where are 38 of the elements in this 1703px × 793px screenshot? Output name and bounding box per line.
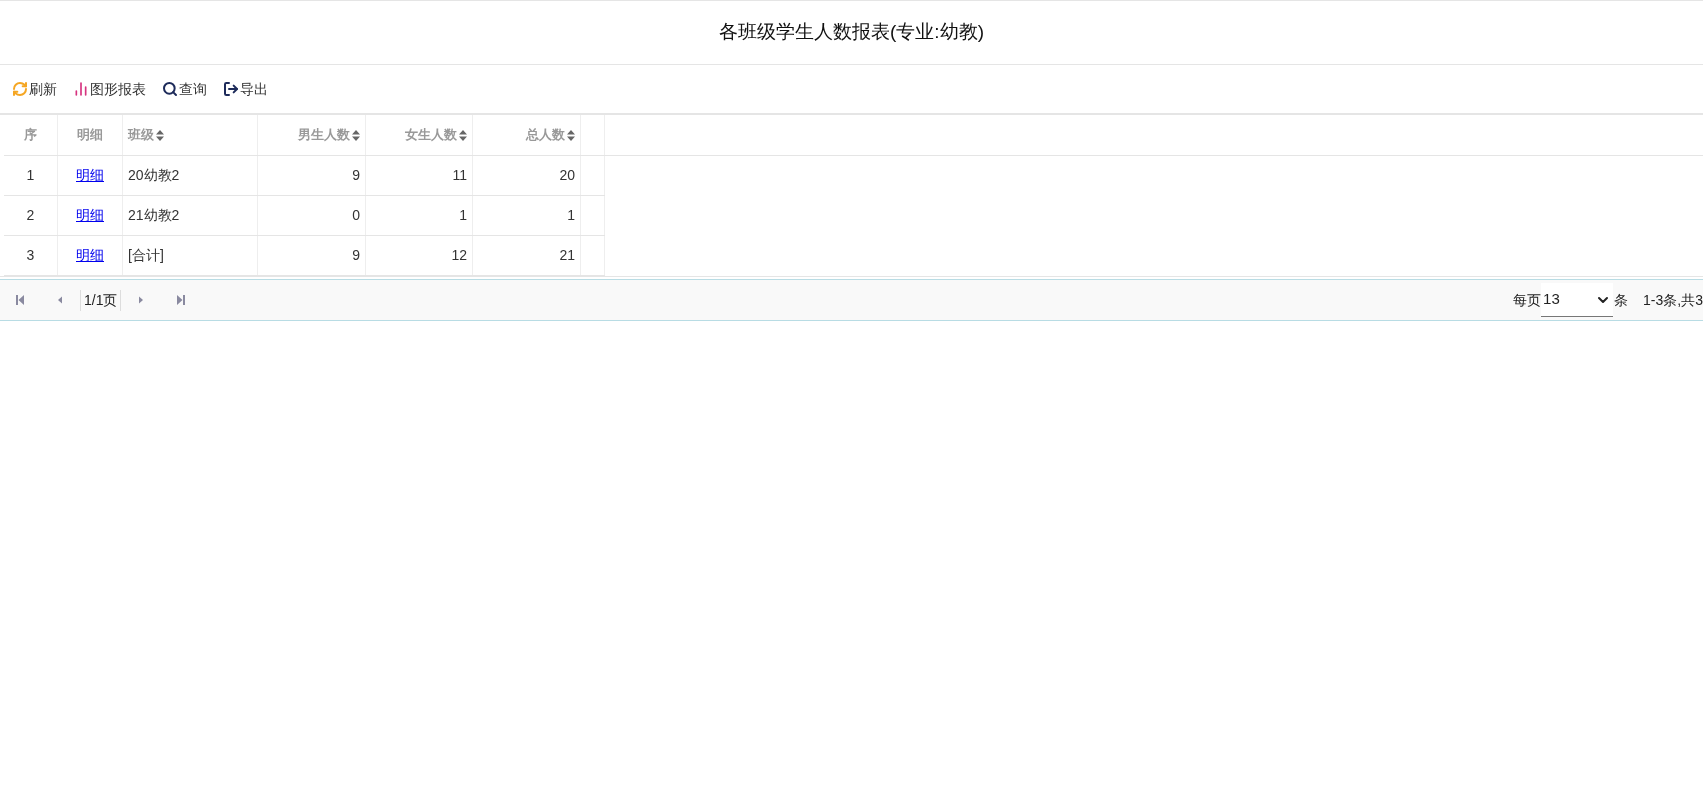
table-cell: 1	[366, 196, 473, 235]
refresh-button[interactable]: 刷新	[12, 78, 57, 100]
table-cell: 21幼教2	[123, 196, 258, 235]
table-cell: 0	[258, 196, 366, 235]
search-icon	[162, 81, 178, 97]
detail-link[interactable]: 明细	[76, 245, 104, 266]
export-button[interactable]: 导出	[223, 78, 268, 100]
detail-link[interactable]: 明细	[76, 165, 104, 186]
detail-link[interactable]: 明细	[76, 205, 104, 226]
table-cell: 11	[366, 156, 473, 195]
column-header: 序	[4, 115, 58, 155]
per-page-unit: 条	[1614, 290, 1629, 310]
table-cell: 12	[366, 236, 473, 275]
bar-chart-icon	[73, 81, 89, 97]
report-title: 各班级学生人数报表(专业:幼教)	[719, 20, 984, 45]
record-summary: 1-3条,共3	[1643, 290, 1703, 310]
table-cell: 9	[258, 156, 366, 195]
table-cell: 1	[473, 196, 581, 235]
refresh-icon	[12, 81, 28, 97]
sort-icon	[459, 129, 467, 141]
column-header: 明细	[58, 115, 123, 155]
chart-button[interactable]: 图形报表	[73, 78, 146, 100]
per-page-select[interactable]: 13	[1541, 283, 1614, 317]
sort-icon	[156, 129, 164, 141]
search-button[interactable]: 查询	[162, 78, 207, 100]
table-cell: 2	[4, 196, 58, 235]
table-cell: 3	[4, 236, 58, 275]
table-cell: 21	[473, 236, 581, 275]
table-cell: 1	[4, 156, 58, 195]
table-cell: 20幼教2	[123, 156, 258, 195]
per-page-label: 每页	[1513, 290, 1542, 310]
sort-icon	[352, 129, 360, 141]
table-cell: 9	[258, 236, 366, 275]
page-indicator: 1/1页	[80, 289, 122, 311]
sort-icon	[567, 129, 575, 141]
table-cell: 20	[473, 156, 581, 195]
export-icon	[223, 81, 239, 97]
table-cell: [合计]	[123, 236, 258, 275]
